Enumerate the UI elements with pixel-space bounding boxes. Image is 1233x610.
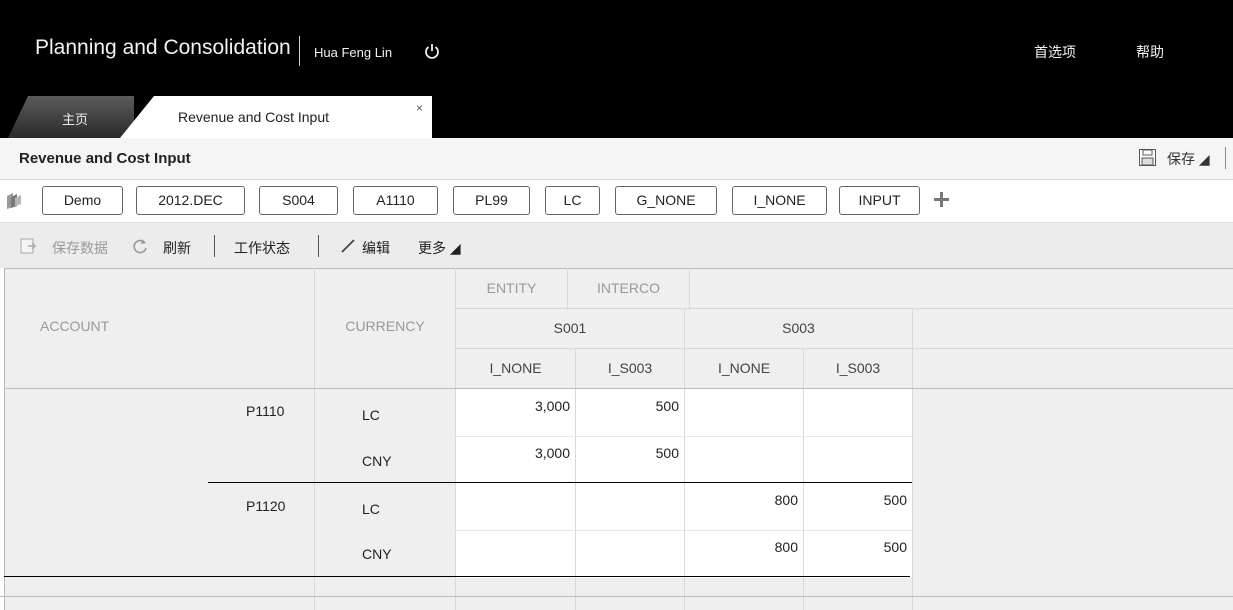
grid-line xyxy=(689,268,690,308)
data-cell[interactable]: 800 xyxy=(685,492,798,508)
grid-line xyxy=(4,388,1233,389)
entity-header[interactable]: S003 xyxy=(685,320,912,336)
account-header[interactable]: ACCOUNT xyxy=(40,318,120,334)
grid-line xyxy=(4,268,5,610)
interco-header[interactable]: I_S003 xyxy=(576,360,684,376)
tab-revenue-cost-input[interactable]: Revenue and Cost Input × xyxy=(120,96,432,138)
dimension-time[interactable]: 2012.DEC xyxy=(136,186,245,215)
dimensions-icon[interactable] xyxy=(5,192,23,210)
grid-line xyxy=(455,308,1233,309)
tab-home-label: 主页 xyxy=(62,112,89,127)
toolbar-divider xyxy=(318,235,319,257)
account-label[interactable]: P1110 xyxy=(246,403,284,419)
interco-dim-header[interactable]: INTERCO xyxy=(568,280,689,296)
user-name[interactable]: Hua Feng Lin xyxy=(314,45,392,60)
grid-line xyxy=(455,348,1233,349)
dimension-account[interactable]: A1110 xyxy=(353,186,438,215)
grid-line xyxy=(684,308,685,610)
page-header: Revenue and Cost Input 保存 ◢ xyxy=(0,138,1233,180)
interco-header[interactable]: I_NONE xyxy=(456,360,575,376)
save-disk-icon xyxy=(1139,149,1156,166)
data-cell[interactable]: 3,000 xyxy=(456,398,570,414)
toolbar: 保存数据 刷新 工作状态 编辑 更多 ◢ xyxy=(0,223,1233,268)
close-tab-icon[interactable]: × xyxy=(416,101,423,115)
grid-line xyxy=(455,436,912,437)
account-block-separator xyxy=(208,482,912,483)
toolbar-divider xyxy=(214,235,215,257)
interco-header[interactable]: I_NONE xyxy=(685,360,803,376)
currency-label[interactable]: LC xyxy=(362,501,380,517)
currency-label[interactable]: CNY xyxy=(362,453,392,469)
data-cell[interactable]: 800 xyxy=(685,539,798,555)
page-title: Revenue and Cost Input xyxy=(19,150,191,167)
refresh-button[interactable]: 刷新 xyxy=(163,238,191,258)
power-icon[interactable] xyxy=(424,43,440,59)
dimension-bar: Demo 2012.DEC S004 A1110 PL99 LC G_NONE … xyxy=(0,180,1233,223)
grid-line xyxy=(912,308,913,610)
dimension-category[interactable]: Demo xyxy=(42,186,123,215)
data-cell[interactable]: 500 xyxy=(576,445,679,461)
currency-header[interactable]: CURRENCY xyxy=(330,318,440,334)
app-title: Planning and Consolidation xyxy=(35,36,291,59)
pencil-icon xyxy=(341,239,355,253)
currency-label[interactable]: LC xyxy=(362,407,380,423)
edit-button[interactable]: 编辑 xyxy=(362,238,390,258)
dimension-currency[interactable]: LC xyxy=(545,186,600,215)
data-cell[interactable]: 3,000 xyxy=(456,445,570,461)
help-link[interactable]: 帮助 xyxy=(1136,42,1164,62)
dimension-interco[interactable]: I_NONE xyxy=(732,186,827,215)
more-button[interactable]: 更多 ◢ xyxy=(418,238,461,258)
save-data-button[interactable]: 保存数据 xyxy=(52,238,108,258)
tab-home[interactable]: 主页 xyxy=(8,96,134,138)
currency-label[interactable]: CNY xyxy=(362,546,392,562)
dimension-flow[interactable]: PL99 xyxy=(453,186,530,215)
save-data-icon xyxy=(20,238,37,254)
interco-header[interactable]: I_S003 xyxy=(804,360,912,376)
account-label[interactable]: P1120 xyxy=(246,498,285,514)
data-cell[interactable]: 500 xyxy=(804,492,907,508)
data-grid: ACCOUNT CURRENCY ENTITY INTERCO S001 S00… xyxy=(0,268,1233,610)
title-divider xyxy=(299,36,300,66)
data-cell[interactable]: 500 xyxy=(804,539,907,555)
grid-line xyxy=(455,530,912,531)
grid-line xyxy=(314,268,315,610)
data-cell[interactable]: 500 xyxy=(576,398,679,414)
grid-line xyxy=(0,596,1233,597)
save-divider xyxy=(1225,147,1226,169)
tab-label: Revenue and Cost Input xyxy=(178,109,329,125)
account-block-separator xyxy=(4,576,910,577)
entity-header[interactable]: S001 xyxy=(456,320,684,336)
grid-line xyxy=(4,268,1233,269)
dimension-entity[interactable]: S004 xyxy=(259,186,338,215)
add-dimension-icon[interactable] xyxy=(934,192,949,207)
refresh-icon xyxy=(133,239,147,254)
dimension-group[interactable]: G_NONE xyxy=(615,186,717,215)
save-button[interactable]: 保存 ◢ xyxy=(1167,149,1210,169)
preferences-link[interactable]: 首选项 xyxy=(1034,42,1076,62)
dimension-audit[interactable]: INPUT xyxy=(839,186,920,215)
top-bar: Planning and Consolidation Hua Feng Lin … xyxy=(0,0,1233,138)
work-status-button[interactable]: 工作状态 xyxy=(234,238,290,258)
entity-dim-header[interactable]: ENTITY xyxy=(456,280,567,296)
